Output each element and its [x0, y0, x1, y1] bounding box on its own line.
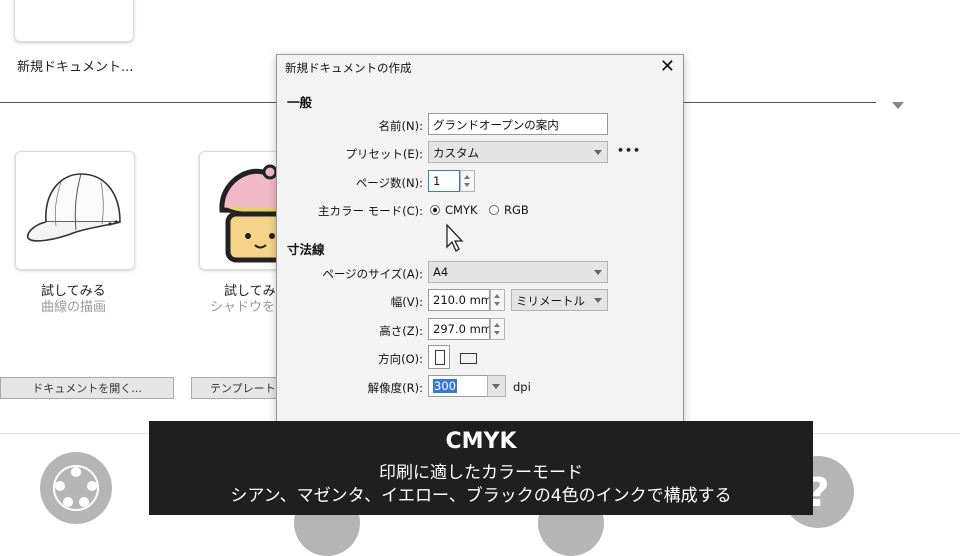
stepper-down-icon[interactable] [464, 183, 470, 187]
stepper-up-icon[interactable] [494, 323, 500, 327]
preset-value: カスタム [433, 146, 479, 160]
name-input[interactable]: グランドオープンの案内 [428, 113, 608, 135]
unit-value: ミリメートル [516, 294, 585, 308]
caption-overlay: CMYK 印刷に適したカラーモード シアン、マゼンタ、イエロー、ブラックの4色の… [149, 421, 813, 515]
height-input[interactable]: 297.0 mm [428, 318, 490, 340]
pages-label: ページ数(N): [355, 176, 423, 190]
portrait-orientation-button[interactable] [428, 345, 450, 369]
portrait-icon [435, 350, 445, 365]
cmyk-radio[interactable] [430, 205, 440, 215]
preset-select[interactable]: カスタム [428, 141, 608, 163]
stepper-up-icon[interactable] [494, 294, 500, 298]
dialog-title: 新規ドキュメントの作成 [285, 61, 412, 75]
open-document-button[interactable]: ドキュメントを開く... [0, 377, 174, 399]
width-stepper[interactable] [490, 289, 505, 311]
page-size-value: A4 [433, 265, 449, 279]
collapse-chevron-icon[interactable] [892, 102, 904, 109]
cmyk-radio-label[interactable]: CMYK [445, 203, 478, 217]
resolution-unit: dpi [513, 380, 531, 394]
cap-illustration-icon [26, 173, 121, 242]
from-template-button[interactable]: テンプレートか [191, 377, 277, 399]
new-document-label[interactable]: 新規ドキュメント... [17, 56, 133, 75]
resolution-dropdown[interactable] [487, 375, 506, 397]
rgb-radio[interactable] [489, 205, 499, 215]
caption-title: CMYK [445, 429, 517, 454]
stepper-down-icon[interactable] [494, 331, 500, 335]
new-document-card[interactable] [14, 0, 134, 42]
template-subtitle-1: 曲線の描画 [41, 300, 107, 315]
pages-stepper[interactable] [460, 170, 475, 192]
chevron-down-icon [492, 384, 500, 389]
caption-line-2: シアン、マゼンタ、イエロー、ブラックの4色のインクで構成する [230, 486, 732, 506]
resolution-label: 解像度(R): [367, 381, 423, 395]
rgb-radio-label[interactable]: RGB [504, 203, 529, 217]
stepper-up-icon[interactable] [464, 175, 470, 179]
resolution-value: 300 [433, 379, 457, 393]
page-size-select[interactable]: A4 [428, 261, 608, 283]
stepper-down-icon[interactable] [494, 302, 500, 306]
chevron-down-icon [594, 150, 602, 155]
color-mode-label: 主カラー モード(C): [317, 204, 423, 218]
section-divider-right [684, 102, 876, 103]
pages-input[interactable]: 1 [428, 170, 460, 192]
height-label: 高さ(Z): [379, 324, 423, 338]
height-stepper[interactable] [490, 318, 505, 340]
page-size-label: ページのサイズ(A): [322, 267, 423, 281]
landscape-icon[interactable] [460, 353, 477, 364]
chevron-down-icon [594, 270, 602, 275]
template-card-curves[interactable] [15, 151, 135, 270]
more-options-icon[interactable]: ••• [617, 144, 641, 157]
chevron-down-icon [594, 298, 602, 303]
preset-label: プリセット(E): [345, 147, 423, 161]
width-input[interactable]: 210.0 mm [428, 289, 490, 311]
dimensions-section-header: 寸法線 [287, 242, 325, 257]
section-divider [0, 102, 277, 103]
caption-line-1: 印刷に適したカラーモード [379, 463, 583, 483]
width-label: 幅(V): [390, 295, 423, 309]
orientation-label: 方向(O): [378, 352, 423, 366]
close-icon[interactable]: ✕ [660, 56, 675, 77]
template-subtitle-2: シャドウを [210, 300, 276, 315]
general-section-header: 一般 [287, 95, 313, 110]
community-icon[interactable] [40, 452, 112, 524]
name-label: 名前(N): [378, 119, 423, 133]
new-document-dialog: 新規ドキュメントの作成 ✕ 一般 名前(N): グランドオープンの案内 プリセッ… [276, 54, 684, 434]
mouse-pointer-icon [446, 223, 464, 252]
unit-select[interactable]: ミリメートル [511, 289, 608, 311]
